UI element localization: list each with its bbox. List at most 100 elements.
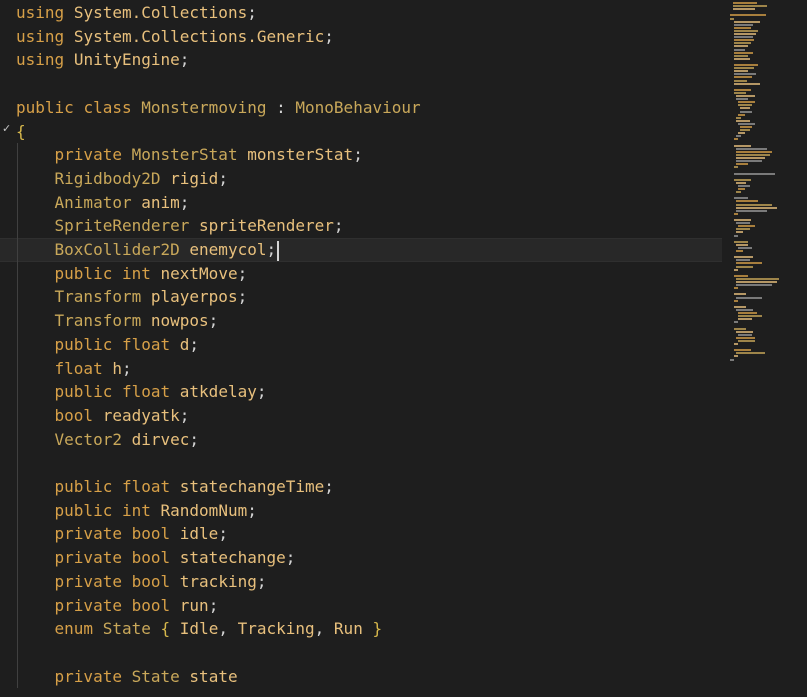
minimap-line — [736, 336, 756, 339]
minimap-line — [734, 138, 738, 141]
code-line[interactable]: bool readyatk; — [16, 404, 190, 428]
code-line[interactable]: float h; — [16, 357, 132, 381]
minimap-line — [736, 200, 758, 203]
code-token: MonsterStat — [131, 145, 238, 165]
minimap-line — [740, 129, 750, 132]
code-line[interactable]: using System.Collections.Generic; — [16, 25, 334, 49]
minimap-line — [738, 246, 753, 249]
code-token: RandomNum — [160, 500, 248, 520]
code-line[interactable]: Rigidbody2D rigid; — [16, 167, 228, 191]
code-token: statechangeTime — [179, 477, 325, 496]
code-token: ; — [256, 571, 267, 591]
code-line[interactable]: using System.Collections; — [16, 1, 257, 25]
code-line[interactable]: private bool tracking; — [16, 570, 267, 594]
code-line[interactable]: { — [16, 120, 26, 144]
code-token: public — [54, 334, 113, 354]
minimap-line — [736, 209, 768, 212]
code-token: private — [54, 595, 122, 615]
code-editor[interactable]: ✓ using System.Collections; using System.… — [0, 0, 807, 697]
code-token: ; — [256, 382, 267, 402]
code-line[interactable]: private bool statechange; — [16, 546, 296, 570]
code-token: using — [16, 50, 65, 70]
minimap-line — [733, 5, 767, 8]
minimap-line — [740, 110, 752, 113]
code-token: : — [266, 97, 296, 117]
minimap-line — [734, 33, 756, 35]
minimap-line — [738, 333, 753, 336]
code-line[interactable]: private bool run; — [16, 594, 219, 618]
code-line[interactable]: public float atkdelay; — [16, 380, 267, 404]
code-line[interactable]: Transform playerpos; — [16, 285, 248, 309]
code-line[interactable]: public int nextMove; — [16, 262, 248, 286]
code-token: ; — [324, 26, 334, 46]
code-line[interactable]: public float statechangeTime; — [16, 475, 334, 499]
code-line[interactable]: Vector2 dirvec; — [16, 428, 200, 452]
code-token: playerpos — [150, 287, 238, 307]
code-token: readyatk — [102, 405, 180, 425]
code-token: Transform — [54, 311, 142, 331]
code-line[interactable]: private MonsterStat monsterStat; — [16, 143, 363, 167]
code-token: private — [54, 524, 122, 544]
minimap-line — [738, 318, 753, 321]
minimap-line — [734, 287, 738, 290]
minimap-line — [736, 191, 741, 194]
minimap-line — [736, 277, 780, 280]
minimap-line — [738, 113, 746, 116]
minimap-line — [736, 119, 751, 122]
minimap-line — [734, 321, 738, 324]
code-line[interactable]: public int RandomNum; — [16, 499, 257, 523]
minimap-line — [736, 231, 744, 234]
code-token: d — [179, 334, 190, 354]
code-line[interactable]: BoxCollider2D enemycol; — [16, 238, 280, 262]
minimap-line — [730, 14, 766, 17]
minimap-line — [734, 26, 751, 29]
minimap-line — [736, 181, 746, 184]
code-line[interactable]: private State state — [16, 665, 238, 689]
code-line[interactable]: Animator anim; — [16, 191, 190, 215]
code-token: private — [54, 145, 122, 165]
minimap-line — [736, 296, 763, 299]
minimap-line — [734, 240, 749, 243]
code-line[interactable]: enum State { Idle, Tracking, Run } — [16, 617, 383, 641]
minimap-line — [734, 67, 755, 70]
code-line[interactable]: using UnityEngine; — [16, 48, 189, 72]
code-token: State — [102, 619, 151, 639]
code-line[interactable]: SpriteRenderer spriteRenderer; — [16, 214, 344, 238]
fold-chevron-icon[interactable]: ✓ — [2, 122, 12, 136]
code-line[interactable]: public class Monstermoving : MonoBehavio… — [16, 96, 421, 120]
code-token: ; — [189, 334, 200, 354]
minimap-line — [734, 45, 749, 48]
minimap-line — [734, 212, 738, 215]
minimap-line — [734, 166, 738, 169]
minimap-line — [734, 234, 738, 237]
minimap-line — [734, 73, 756, 76]
minimap-line — [736, 163, 748, 166]
code-line[interactable]: Transform nowpos; — [16, 309, 219, 333]
minimap-line — [736, 147, 768, 150]
code-line[interactable]: private bool idle; — [16, 522, 228, 546]
code-line[interactable]: public float d; — [16, 333, 200, 357]
minimap-line — [736, 98, 748, 101]
minimap[interactable] — [728, 0, 807, 697]
